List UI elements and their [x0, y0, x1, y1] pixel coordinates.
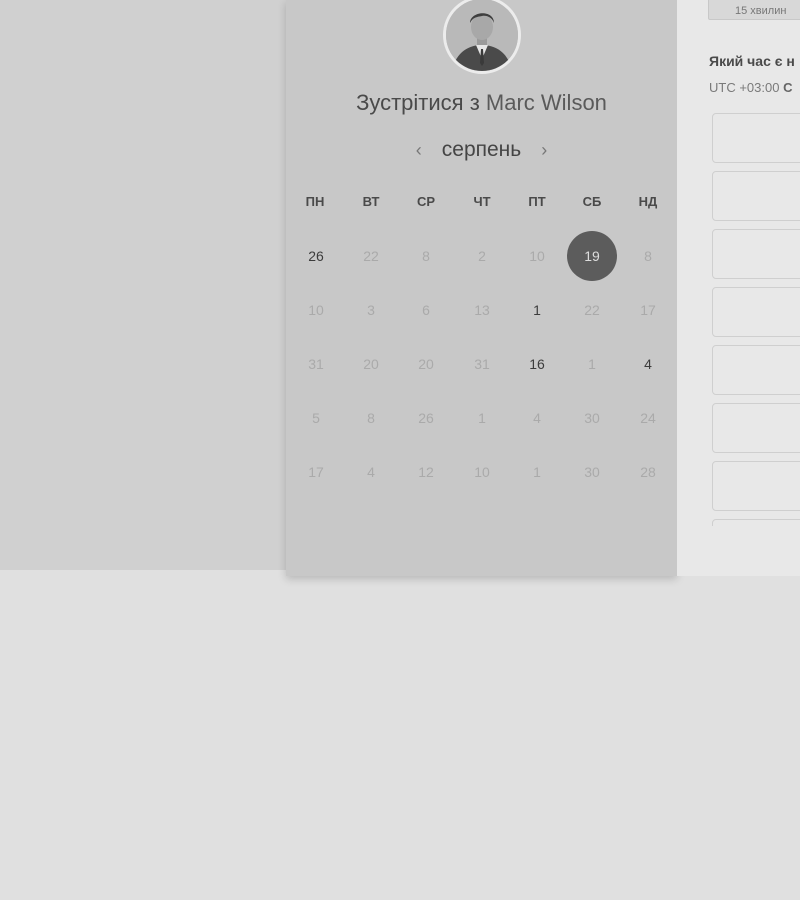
- time-slot-button[interactable]: [712, 345, 800, 395]
- calendar-day: 20: [363, 356, 379, 372]
- calendar-day[interactable]: 16: [517, 354, 557, 374]
- calendar-day: 6: [422, 302, 430, 318]
- time-slot-button[interactable]: [712, 113, 800, 163]
- weekday-tue: ВТ: [362, 194, 380, 209]
- calendar-day: 4: [533, 410, 541, 426]
- calendar-day: 30: [584, 410, 600, 426]
- weekday-sat: СБ: [582, 194, 602, 209]
- calendar-day: 5: [312, 410, 320, 426]
- person-avatar-icon: [446, 0, 518, 71]
- calendar-day: 10: [529, 248, 545, 264]
- calendar-day: 22: [363, 248, 379, 264]
- time-slot-button[interactable]: [712, 287, 800, 337]
- time-slot-button[interactable]: [712, 403, 800, 453]
- prev-month-icon[interactable]: ‹: [412, 140, 426, 161]
- calendar-day: 28: [640, 464, 656, 480]
- calendar-day[interactable]: 4: [628, 354, 668, 374]
- calendar-day: 2: [478, 248, 486, 264]
- calendar-day: 8: [422, 248, 430, 264]
- calendar-day: 4: [367, 464, 375, 480]
- calendar-day: 24: [640, 410, 656, 426]
- calendar-day: 1: [588, 356, 596, 372]
- calendar-day: 17: [308, 464, 324, 480]
- calendar-day: 20: [418, 356, 434, 372]
- month-label: серпень: [441, 138, 522, 161]
- calendar-day: 22: [584, 302, 600, 318]
- calendar-day: 8: [644, 248, 652, 264]
- calendar-day: 10: [308, 302, 324, 318]
- weekday-fri: ПТ: [528, 194, 546, 209]
- time-slot-list[interactable]: [677, 0, 800, 526]
- calendar-day: 1: [533, 464, 541, 480]
- weekday-sun: НД: [638, 194, 658, 209]
- calendar-panel: [286, 0, 677, 576]
- time-slot-button[interactable]: [712, 229, 800, 279]
- host-name: Marc Wilson: [485, 90, 607, 115]
- calendar-day: 31: [474, 356, 490, 372]
- time-slot-button[interactable]: [712, 461, 800, 511]
- meeting-title-prefix: Зустрітися з: [356, 90, 480, 115]
- calendar-day: 8: [367, 410, 375, 426]
- weekday-wed: СР: [416, 194, 436, 209]
- calendar-day: 12: [418, 464, 434, 480]
- next-month-icon[interactable]: ›: [537, 140, 551, 161]
- calendar-day-selected[interactable]: 19: [567, 231, 617, 281]
- calendar-day: 10: [474, 464, 490, 480]
- calendar-day: 3: [367, 302, 375, 318]
- month-navigation: ‹ серпень ›: [286, 135, 677, 165]
- calendar-day: 31: [308, 356, 324, 372]
- calendar-day: 17: [640, 302, 656, 318]
- weekday-thu: ЧТ: [473, 194, 491, 209]
- meeting-title: Зустрітися з Marc Wilson: [286, 90, 677, 116]
- weekday-mon: ПН: [305, 194, 325, 209]
- calendar-day: 1: [478, 410, 486, 426]
- time-slot-button[interactable]: [712, 519, 800, 526]
- time-slot-button[interactable]: [712, 171, 800, 221]
- calendar-day: 26: [418, 410, 434, 426]
- calendar-day: 13: [474, 302, 490, 318]
- calendar-day: 30: [584, 464, 600, 480]
- calendar-day[interactable]: 26: [296, 246, 336, 266]
- calendar-day[interactable]: 1: [517, 300, 557, 320]
